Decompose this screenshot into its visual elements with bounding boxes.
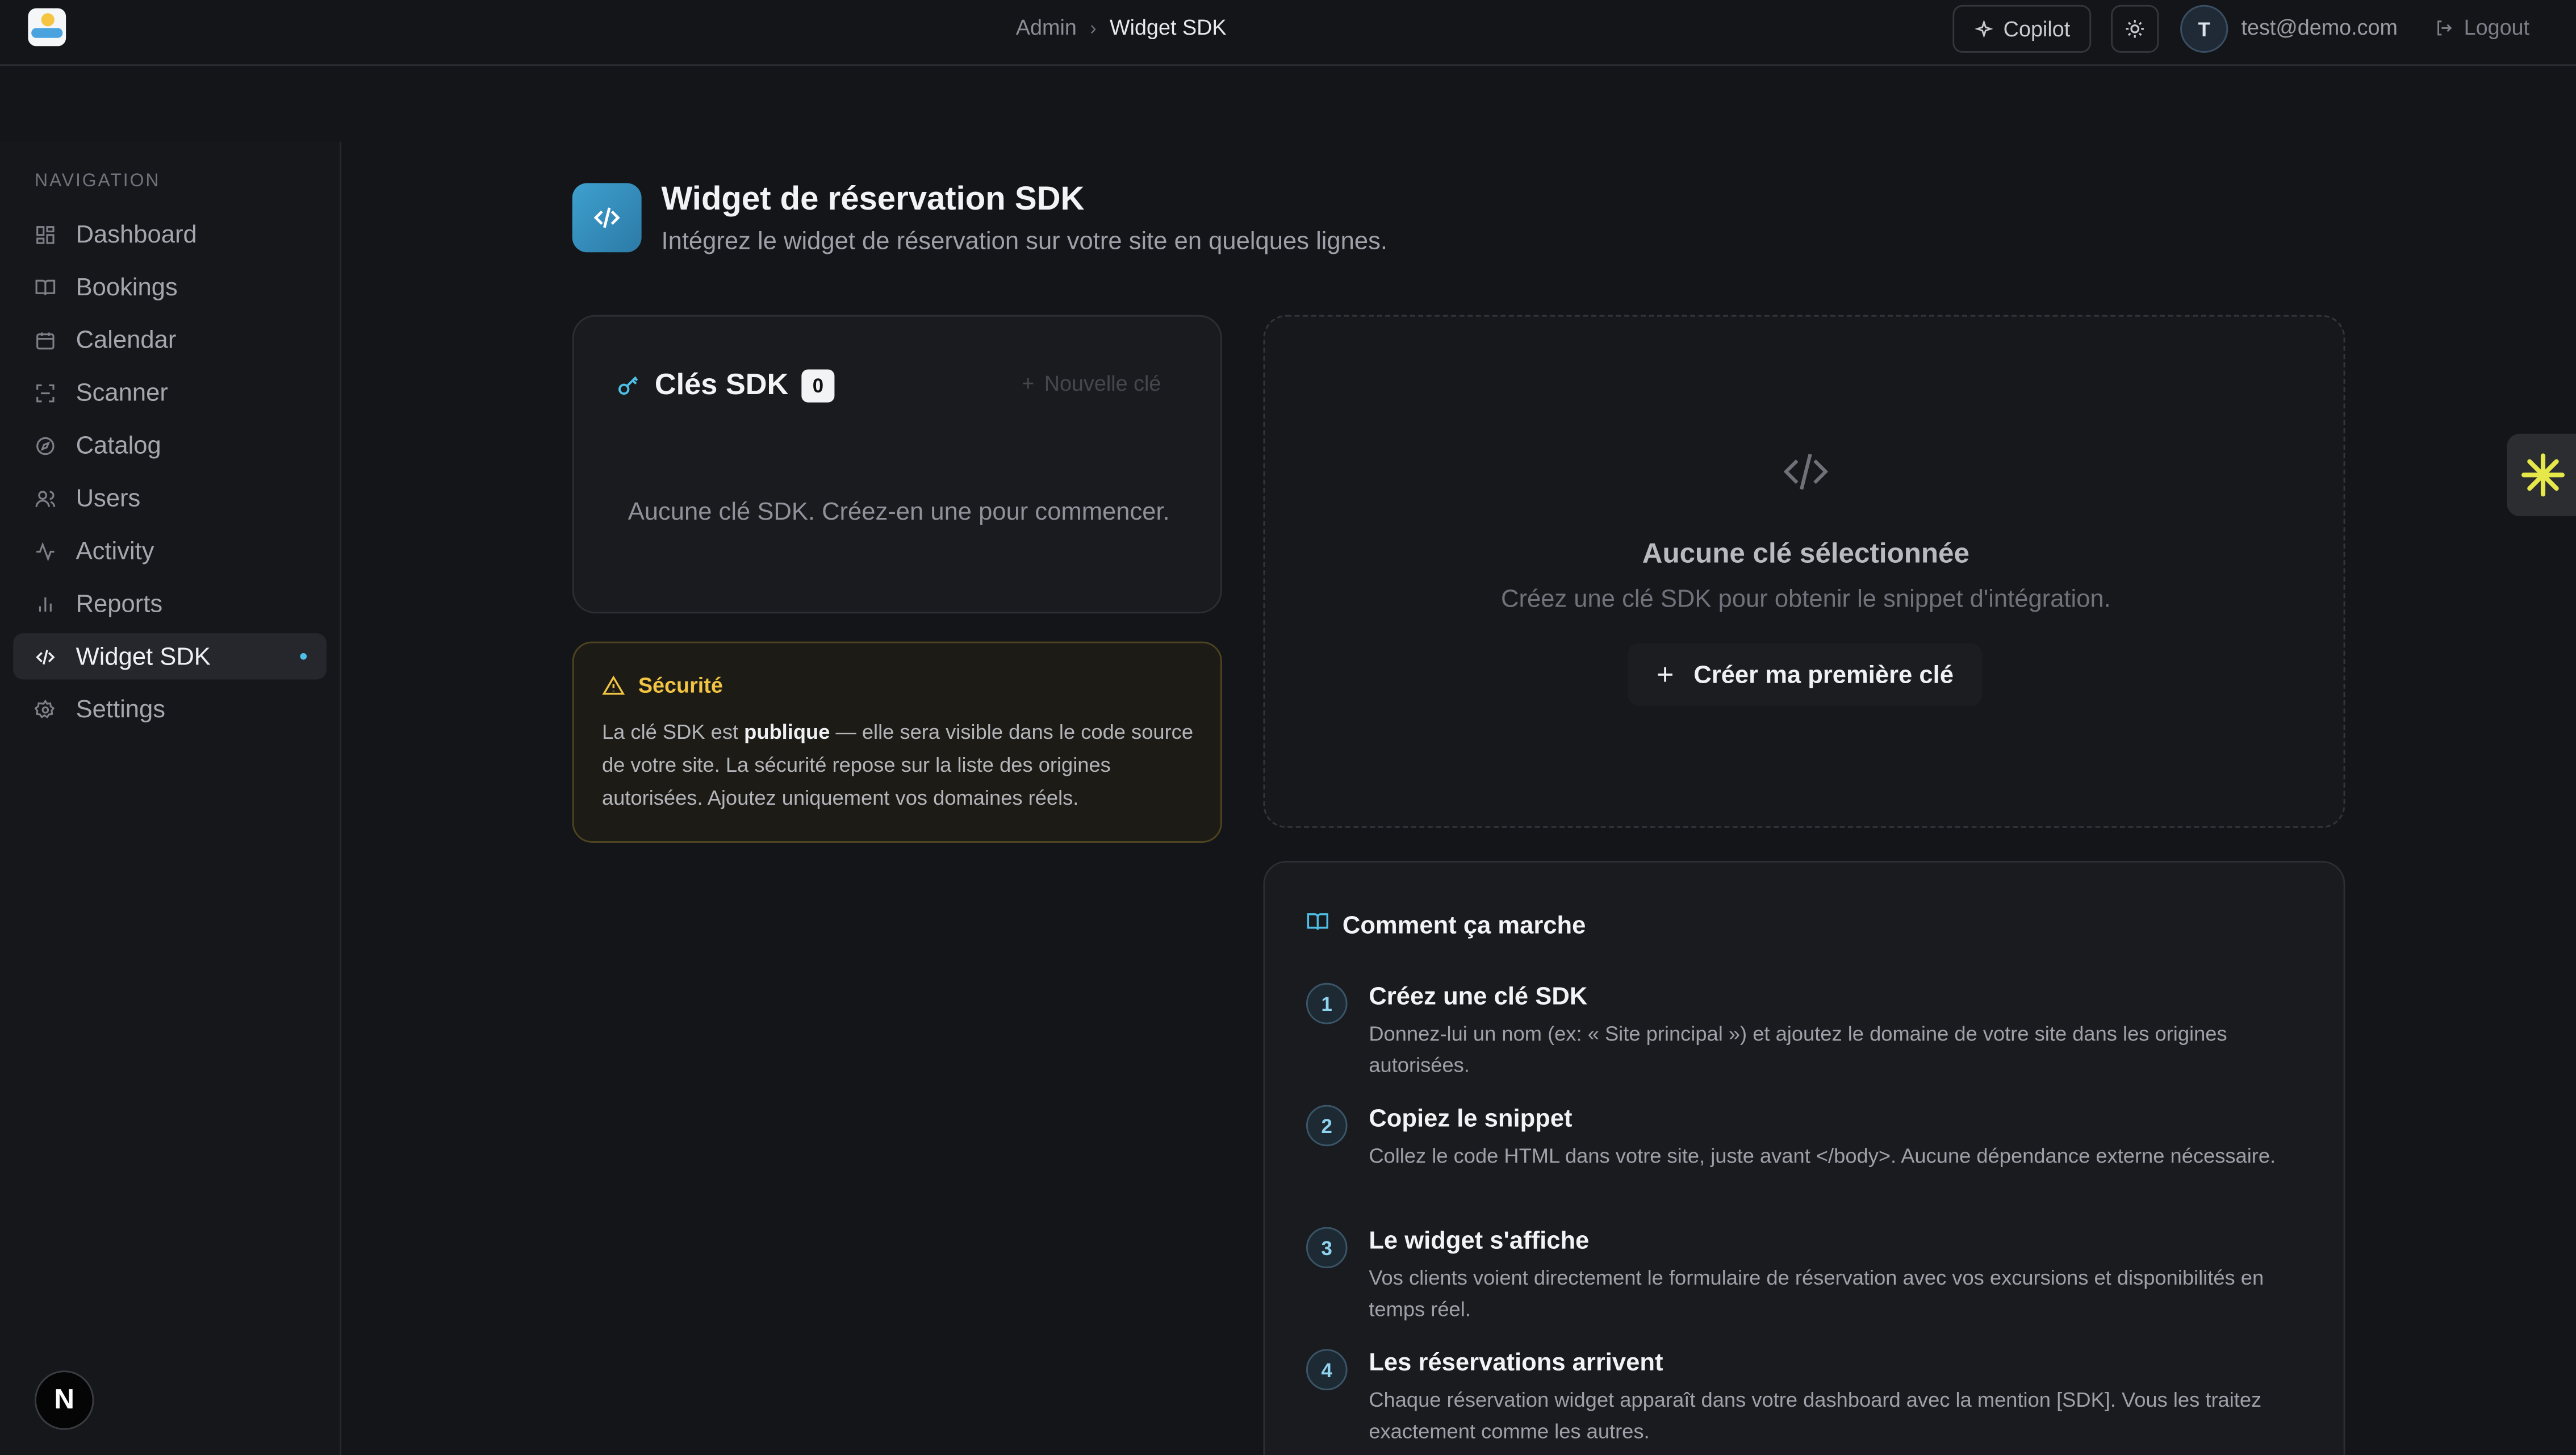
new-key-button[interactable]: + Nouvelle clé — [1022, 371, 1161, 396]
no-key-selected-subtitle: Créez une clé SDK pour obtenir le snippe… — [1501, 585, 2111, 614]
sidebar-item-activity[interactable]: Activity — [13, 528, 327, 574]
sidebar: NAVIGATION Dashboard Bookings Calendar S… — [0, 141, 342, 1455]
copilot-button[interactable]: Copilot — [1952, 5, 2092, 53]
step-title: Copiez le snippet — [1369, 1105, 1573, 1134]
step-title: Les réservations arrivent — [1369, 1349, 1663, 1377]
sidebar-item-label: Bookings — [76, 273, 178, 301]
book-icon — [33, 275, 56, 299]
top-bar: Admin › Widget SDK Copilot T test@demo.c… — [0, 0, 2576, 66]
app-root: Admin › Widget SDK Copilot T test@demo.c… — [0, 0, 2576, 1455]
plus-icon: + — [1022, 371, 1035, 396]
nav-list: Dashboard Bookings Calendar Scanner Cata… — [13, 211, 327, 739]
dashboard-icon — [33, 223, 56, 246]
scan-icon — [33, 381, 56, 404]
chevron-right-icon: › — [1090, 15, 1097, 39]
sdk-keys-title: Clés SDK — [654, 367, 789, 401]
logout-icon — [2437, 19, 2452, 35]
step-description: Chaque réservation widget apparaît dans … — [1369, 1389, 2262, 1443]
asterisk-icon — [2521, 453, 2565, 497]
sidebar-item-reports[interactable]: Reports — [13, 580, 327, 626]
step-title: Créez une clé SDK — [1369, 982, 1588, 1011]
plus-icon: + — [1656, 657, 1674, 691]
sidebar-item-label: Scanner — [76, 378, 168, 407]
sidebar-item-dashboard[interactable]: Dashboard — [13, 211, 327, 257]
new-key-label: Nouvelle clé — [1044, 371, 1161, 396]
sidebar-item-label: Catalog — [76, 431, 161, 459]
security-title: Sécurité — [638, 672, 723, 698]
logout-button[interactable]: Logout — [2434, 15, 2529, 40]
code-icon — [33, 645, 56, 668]
floating-assistant-button[interactable] — [2507, 433, 2576, 516]
gear-icon — [33, 697, 56, 721]
copilot-label: Copilot — [2003, 16, 2071, 41]
sidebar-item-catalog[interactable]: Catalog — [13, 422, 327, 468]
sdk-keys-empty-text: Aucune clé SDK. Créez-en une pour commen… — [628, 498, 1170, 526]
step-description: Collez le code HTML dans votre site, jus… — [1369, 1144, 2276, 1168]
step-number: 4 — [1306, 1349, 1348, 1391]
compass-icon — [33, 434, 56, 457]
sidebar-item-label: Calendar — [76, 325, 177, 354]
sidebar-item-label: Reports — [76, 589, 163, 618]
breadcrumb-current: Widget SDK — [1109, 15, 1227, 40]
create-first-key-button[interactable]: + Créer ma première clé — [1628, 643, 1983, 706]
sidebar-item-widget-sdk[interactable]: Widget SDK — [13, 633, 327, 680]
logout-label: Logout — [2464, 15, 2530, 40]
calendar-icon — [33, 328, 56, 352]
step-number: 1 — [1306, 982, 1348, 1025]
step-title: Le widget s'affiche — [1369, 1227, 1590, 1255]
app-logo[interactable] — [28, 8, 66, 47]
step-number: 2 — [1306, 1105, 1348, 1147]
code-icon — [572, 183, 642, 253]
sidebar-item-label: Users — [76, 484, 141, 512]
active-indicator-dot — [300, 653, 307, 660]
security-text-before: La clé SDK est — [601, 721, 745, 744]
sparkle-icon — [1974, 19, 1993, 37]
page-subtitle: Intégrez le widget de réservation sur vo… — [661, 227, 1388, 256]
activity-icon — [33, 540, 56, 563]
code-icon — [1265, 445, 2347, 509]
sdk-keys-header: Clés SDK 0 — [615, 367, 835, 403]
user-email: test@demo.com — [2241, 15, 2398, 40]
no-key-selected-title: Aucune clé sélectionnée — [1642, 537, 1969, 569]
sdk-keys-card: Clés SDK 0 + Nouvelle clé Aucune clé SDK… — [572, 315, 1222, 614]
sidebar-item-label: Activity — [76, 537, 154, 565]
nav-section-title: NAVIGATION — [34, 172, 161, 191]
sdk-keys-count-badge: 0 — [801, 369, 835, 402]
step-description: Vos clients voient directement le formul… — [1369, 1266, 2264, 1322]
how-it-works-title: Comment ça marche — [1342, 911, 1586, 939]
sidebar-item-label: Settings — [76, 695, 165, 724]
sidebar-item-bookings[interactable]: Bookings — [13, 264, 327, 310]
page-title: Widget de réservation SDK — [661, 181, 1085, 218]
breadcrumb: Admin › Widget SDK — [1016, 15, 1227, 40]
warning-icon — [602, 675, 625, 694]
no-key-selected-card: Aucune clé sélectionnée Créez une clé SD… — [1263, 315, 2345, 828]
how-it-works-card: Comment ça marche 1 Créez une clé SDK Do… — [1263, 860, 2345, 1455]
sidebar-item-label: Dashboard — [76, 220, 197, 249]
security-text-bold: publique — [744, 721, 830, 744]
bar-chart-icon — [33, 592, 56, 616]
step-number: 3 — [1306, 1227, 1348, 1269]
sun-icon — [2126, 20, 2144, 38]
n-badge[interactable]: N — [34, 1370, 94, 1430]
theme-toggle-button[interactable] — [2111, 5, 2159, 53]
users-icon — [33, 487, 56, 510]
sidebar-item-users[interactable]: Users — [13, 475, 327, 521]
how-it-works-header: Comment ça marche — [1306, 910, 1586, 940]
sidebar-item-settings[interactable]: Settings — [13, 686, 327, 732]
sidebar-item-calendar[interactable]: Calendar — [13, 317, 327, 363]
user-avatar[interactable]: T — [2180, 5, 2228, 53]
step-description: Donnez-lui un nom (ex: « Site principal … — [1369, 1022, 2227, 1077]
security-notice: Sécurité La clé SDK est publique — elle … — [572, 641, 1222, 843]
key-icon — [618, 375, 638, 394]
sidebar-item-scanner[interactable]: Scanner — [13, 369, 327, 415]
sidebar-item-label: Widget SDK — [76, 642, 211, 671]
security-text: La clé SDK est publique — elle sera visi… — [602, 716, 1199, 814]
breadcrumb-admin[interactable]: Admin — [1016, 15, 1077, 40]
security-header: Sécurité — [602, 672, 723, 698]
create-first-key-label: Créer ma première clé — [1693, 660, 1954, 689]
book-open-icon — [1306, 910, 1329, 940]
